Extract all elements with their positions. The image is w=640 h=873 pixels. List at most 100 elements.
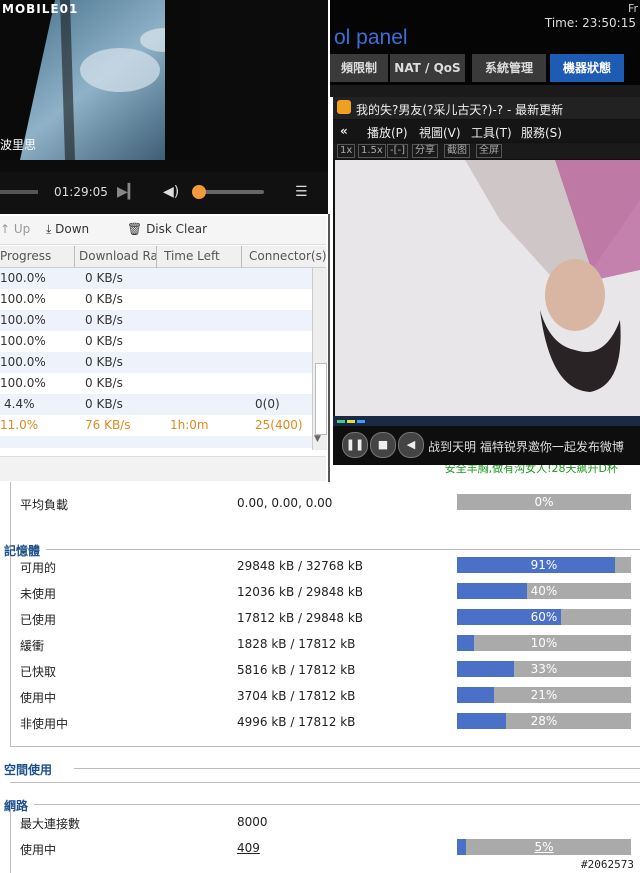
table-row[interactable]: 4.4% 0 KB/s 0(0) bbox=[0, 394, 312, 415]
memory-value: 4996 kB / 17812 kB bbox=[237, 715, 356, 729]
memory-bar: 40% bbox=[457, 583, 631, 599]
row-rate: 76 KB/s bbox=[85, 418, 131, 432]
table-row[interactable]: 11.0% 76 KB/s 1h:0m 25(400) bbox=[0, 415, 312, 436]
row-progress: 100.0% bbox=[0, 292, 46, 306]
video-time: 01:29:05 bbox=[54, 185, 108, 199]
volume-handle[interactable] bbox=[192, 185, 206, 199]
down-button-label: Down bbox=[55, 222, 90, 236]
row-rate: 0 KB/s bbox=[85, 313, 123, 327]
col-download-rate[interactable]: Download Ra bbox=[79, 249, 158, 263]
col-connectors[interactable]: Connector(s) bbox=[249, 249, 327, 263]
back-icon[interactable]: « bbox=[340, 124, 348, 138]
mute-icon[interactable]: ◀ bbox=[398, 432, 424, 458]
pause-icon[interactable]: ❚❚ bbox=[342, 432, 368, 458]
router-fr-label: Fr bbox=[627, 2, 638, 15]
memory-bar: 28% bbox=[457, 713, 631, 729]
menu-play[interactable]: 播放(P) bbox=[367, 124, 408, 141]
memory-bar-text: 10% bbox=[530, 636, 558, 650]
next-icon[interactable]: ▶▎ bbox=[117, 184, 139, 200]
tab-system[interactable]: 系統管理 bbox=[472, 54, 546, 82]
memory-bar: 91% bbox=[457, 557, 631, 573]
progress-marker bbox=[337, 420, 345, 423]
row-rate: 0 KB/s bbox=[85, 397, 123, 411]
media-title: 我的失?男友(?采儿古天?)-? - 最新更新 bbox=[356, 103, 564, 117]
memory-label: 非使用中 bbox=[20, 717, 69, 731]
scroll-down-icon[interactable]: ▼ bbox=[314, 434, 321, 444]
memory-value: 12036 kB / 29848 kB bbox=[237, 585, 364, 599]
row-progress: 11.0% bbox=[0, 418, 39, 432]
app-icon bbox=[337, 100, 351, 114]
section-divider bbox=[46, 549, 640, 550]
memory-bar-text: 21% bbox=[530, 688, 558, 702]
col-divider bbox=[74, 246, 75, 267]
row-time-left: 1h:0m bbox=[170, 418, 209, 432]
memory-value: 3704 kB / 17812 kB bbox=[237, 689, 356, 703]
table-row[interactable]: 100.0% 0 KB/s bbox=[0, 373, 312, 394]
memory-label: 已使用 bbox=[20, 613, 57, 627]
down-icon: ⤓ bbox=[46, 222, 52, 236]
disk-clear-button[interactable]: 🗑 Disk Clear bbox=[127, 222, 207, 236]
trash-icon: 🗑 bbox=[127, 222, 143, 236]
image-id-watermark: #2062573 bbox=[581, 858, 634, 871]
row-progress: 100.0% bbox=[0, 355, 46, 369]
download-statusbar bbox=[0, 456, 326, 481]
router-subtab-bar bbox=[330, 85, 640, 97]
mobile01-logo: MOBILE01 bbox=[2, 2, 79, 16]
speed-1-5x-button[interactable]: 1.5x bbox=[358, 144, 386, 158]
row-rate: 0 KB/s bbox=[85, 292, 123, 306]
media-progress-bar[interactable] bbox=[333, 416, 640, 426]
load-bar: 0% bbox=[457, 494, 631, 510]
table-row[interactable] bbox=[0, 436, 312, 448]
download-scrollbar[interactable] bbox=[312, 268, 327, 450]
load-label: 平均負載 bbox=[20, 498, 69, 512]
progress-marker bbox=[347, 420, 355, 423]
section-divider bbox=[74, 768, 640, 769]
stop-icon[interactable]: ■ bbox=[370, 432, 396, 458]
mini-mode-button[interactable]: -[-] bbox=[387, 144, 409, 158]
tab-bandwidth[interactable]: 頻限制 bbox=[330, 54, 388, 82]
memory-value: 29848 kB / 32768 kB bbox=[237, 559, 364, 573]
fullscreen-button[interactable]: 全屏 bbox=[476, 144, 502, 158]
video-seek-bar[interactable] bbox=[0, 190, 38, 194]
screenshot-button[interactable]: 截图 bbox=[444, 144, 470, 158]
video-frame-person bbox=[335, 160, 640, 416]
tab-status[interactable]: 機器狀態 bbox=[550, 54, 624, 82]
speed-1x-button[interactable]: 1x bbox=[337, 144, 356, 158]
col-time-left[interactable]: Time Left bbox=[164, 249, 220, 263]
load-bar-text: 0% bbox=[534, 495, 554, 509]
media-ticker[interactable]: 战到天明 福特锐界邀你一起发布微博 bbox=[428, 438, 624, 455]
volume-icon[interactable]: ◀) bbox=[163, 184, 179, 200]
row-rate: 0 KB/s bbox=[85, 355, 123, 369]
playlist-icon[interactable]: ☰ bbox=[295, 184, 308, 200]
progress-marker bbox=[357, 420, 365, 423]
active-connections-link[interactable]: 409 bbox=[237, 841, 260, 855]
media-titlebar: 我的失?男友(?采儿古天?)-? - 最新更新 bbox=[333, 97, 640, 119]
section-divider bbox=[10, 746, 640, 747]
table-row[interactable]: 100.0% 0 KB/s bbox=[0, 352, 312, 373]
down-button[interactable]: ⤓ Down bbox=[46, 222, 89, 237]
active-connections-label: 使用中 bbox=[20, 843, 57, 857]
tab-nat-qos[interactable]: NAT / QoS bbox=[390, 54, 465, 82]
menu-service[interactable]: 服務(S) bbox=[521, 124, 562, 141]
memory-bar-text: 60% bbox=[530, 610, 558, 624]
up-button[interactable]: ↑ Up bbox=[0, 222, 30, 236]
table-row[interactable]: 100.0% 0 KB/s bbox=[0, 268, 312, 289]
load-value: 0.00, 0.00, 0.00 bbox=[237, 496, 333, 510]
menu-view[interactable]: 視圖(V) bbox=[419, 124, 461, 141]
row-connectors: 25(400) bbox=[255, 418, 303, 432]
media-video[interactable] bbox=[335, 160, 640, 416]
row-progress: 100.0% bbox=[0, 376, 46, 390]
menu-tools[interactable]: 工具(T) bbox=[471, 124, 512, 141]
row-progress: 100.0% bbox=[0, 313, 46, 327]
memory-label: 可用的 bbox=[20, 561, 57, 575]
scrollbar-thumb[interactable] bbox=[315, 363, 327, 435]
video-subtitle: 波里思 bbox=[0, 138, 37, 152]
section-border bbox=[10, 804, 11, 873]
table-row[interactable]: 100.0% 0 KB/s bbox=[0, 310, 312, 331]
table-row[interactable]: 100.0% 0 KB/s bbox=[0, 331, 312, 352]
col-progress[interactable]: Progress bbox=[0, 249, 51, 263]
row-progress: 100.0% bbox=[0, 271, 46, 285]
share-button[interactable]: 分享 bbox=[412, 144, 438, 158]
table-row[interactable]: 100.0% 0 KB/s bbox=[0, 289, 312, 310]
section-divider bbox=[10, 782, 640, 783]
